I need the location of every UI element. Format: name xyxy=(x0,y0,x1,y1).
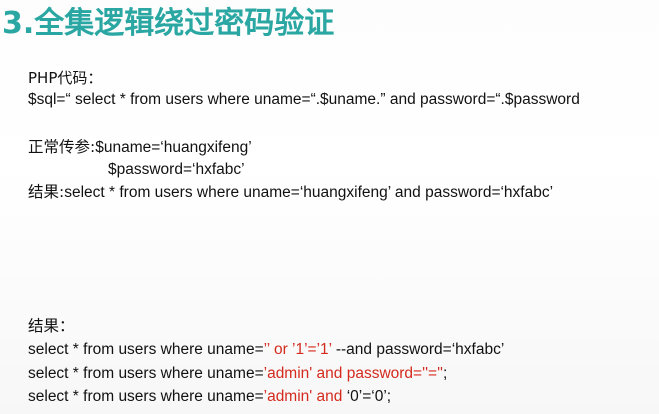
slide: 3.全集逻辑绕过密码验证 PHP代码： $sql=“ select * from… xyxy=(0,0,659,414)
normal-params-label: 正常传参: xyxy=(28,138,96,156)
injection-payload: ’admin' and password=''='' xyxy=(263,365,443,382)
result-query-1: select * from users where uname=‘huangxi… xyxy=(64,184,554,201)
injection-prefix: select * from users where uname= xyxy=(28,365,264,382)
injection-prefix: select * from users where uname= xyxy=(28,388,264,405)
injection-suffix: ; xyxy=(443,365,448,382)
php-code-label: PHP代码： xyxy=(28,69,103,87)
result-label-2: 结果： xyxy=(28,317,75,335)
injection-payload: ’admin' and xyxy=(263,388,343,405)
injection-prefix: select * from users where uname= xyxy=(28,341,264,358)
result-label-1: 结果: xyxy=(28,183,65,201)
slide-title: 3.全集逻辑绕过密码验证 xyxy=(2,6,335,41)
password-param: $password=‘hxfabc’ xyxy=(108,161,245,178)
sql-code-line: $sql=“ select * from users where uname=“… xyxy=(28,91,580,108)
injection-line-1: select * from users where uname=’’ or ’1… xyxy=(28,340,504,360)
normal-params-line: 正常传参:$uname=‘huangxifeng’ xyxy=(28,137,252,158)
injection-suffix: ‘0’=‘0’; xyxy=(342,388,392,405)
result-line-1: 结果:select * from users where uname=‘huan… xyxy=(28,182,553,203)
injection-line-3: select * from users where uname=’admin' … xyxy=(28,387,391,407)
injection-suffix: --and password=‘hxfabc’ xyxy=(331,341,505,358)
injection-payload: ’’ or ’1’=’1’ xyxy=(263,341,332,358)
uname-param: $uname=‘huangxifeng’ xyxy=(95,139,252,156)
injection-line-2: select * from users where uname=’admin' … xyxy=(28,364,447,384)
